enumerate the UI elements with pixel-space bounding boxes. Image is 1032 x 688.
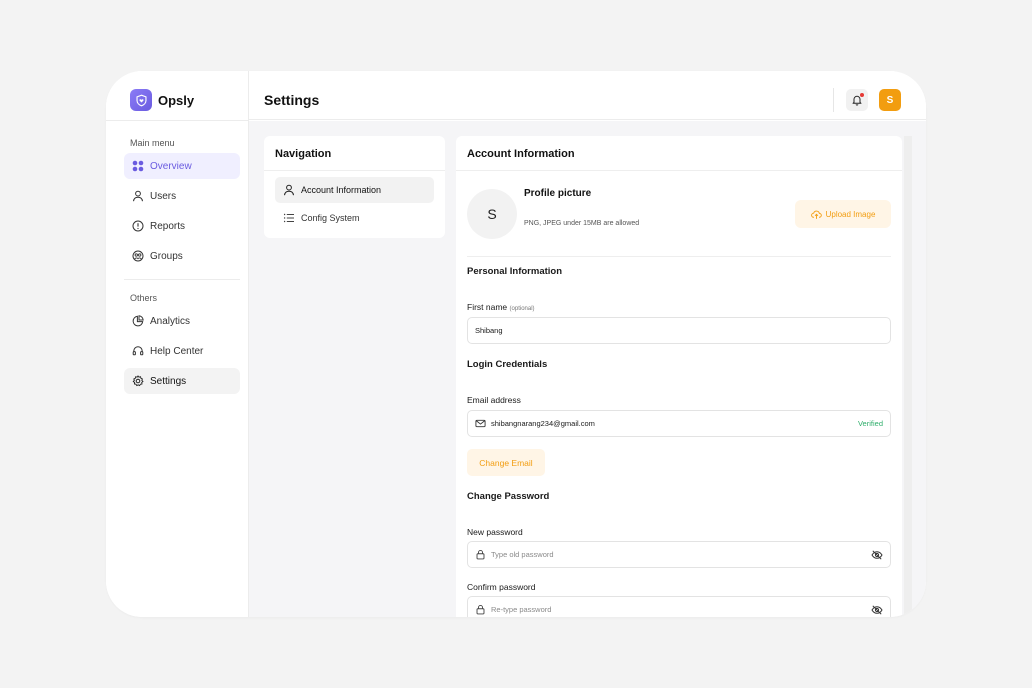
list-icon [282,212,295,225]
confirm-password-placeholder: Re-type password [491,605,552,614]
first-name-label-text: First name [467,302,508,312]
sidebar-item-label: Reports [150,220,186,232]
section-label-main: Main menu [130,138,175,148]
email-label: Email address [467,395,521,405]
sidebar-item-users[interactable]: Users [124,183,240,209]
sidebar-item-label: Overview [150,160,192,172]
verified-badge: Verified [857,419,883,428]
account-information-card: Account Information S Profile picture PN… [456,136,902,617]
personal-information-title: Personal Information [467,266,563,277]
login-credentials-title: Login Credentials [467,359,548,370]
new-password-field[interactable]: Type old password [467,541,891,568]
lock-icon [475,549,486,560]
sidebar-item-help-center[interactable]: Help Center [124,338,240,364]
gear-icon [131,375,144,388]
upload-cloud-icon [810,209,822,220]
content-area: Navigation Account Information Config Sy… [249,121,926,617]
brand[interactable]: Opsly [130,89,194,111]
eye-off-icon [871,549,883,561]
avatar[interactable]: S [879,89,901,111]
sidebar-item-label: Analytics [150,315,191,327]
change-email-button[interactable]: Change Email [467,449,545,476]
eye-off-icon [871,604,883,616]
sidebar-item-settings[interactable]: Settings [124,368,240,394]
sidebar-item-overview[interactable]: Overview [124,153,240,179]
new-password-placeholder: Type old password [491,550,554,559]
sidebar-item-label: Users [150,190,177,202]
sidebar-item-label: Groups [150,250,183,262]
optional-hint: (optional) [509,306,535,312]
upload-image-label: Upload Image [825,209,876,219]
notification-dot [860,93,864,97]
divider [124,279,240,280]
email-value: shibangnarang234@gmail.com [491,419,595,428]
profile-picture-note: PNG, JPEG under 15MB are allowed [524,220,640,227]
confirm-password-field[interactable]: Re-type password [467,596,891,617]
shield-heart-icon [130,89,152,111]
pie-chart-icon [131,315,144,328]
new-password-label: New password [467,527,523,537]
toggle-visibility-button[interactable] [871,597,883,617]
divider [106,120,248,121]
subnav-label: Config System [301,213,360,223]
navigation-title: Navigation [275,148,332,160]
upload-image-button[interactable]: Upload Image [795,200,891,228]
subnav-account-information[interactable]: Account Information [275,177,434,203]
sidebar-item-reports[interactable]: Reports [124,213,240,239]
brand-name: Opsly [158,92,195,108]
alert-circle-icon [131,220,144,233]
first-name-label: First name (optional) [467,302,535,312]
grid-icon [131,160,144,173]
sidebar-item-groups[interactable]: Groups [124,243,240,269]
user-icon [131,190,144,203]
top-header: Settings S [249,71,926,120]
sidebar-item-analytics[interactable]: Analytics [124,308,240,334]
headset-icon [131,345,144,358]
subnav-label: Account Information [301,185,382,195]
change-password-title: Change Password [467,491,550,502]
sidebar-item-label: Settings [150,375,187,387]
mail-icon [475,418,486,429]
settings-navigation-card: Navigation Account Information Config Sy… [264,136,445,238]
account-title: Account Information [467,148,575,160]
divider [467,256,891,257]
notifications-button[interactable] [846,89,868,111]
first-name-value: Shibang [475,326,503,335]
toggle-visibility-button[interactable] [871,542,883,567]
page-title: Settings [264,92,320,108]
user-icon [282,184,295,197]
sidebar-item-label: Help Center [150,345,204,357]
section-label-others: Others [130,293,158,303]
lock-icon [475,604,486,615]
divider [456,170,902,171]
confirm-password-label: Confirm password [467,582,536,592]
subnav-config-system[interactable]: Config System [275,205,434,231]
groups-icon [131,250,144,263]
sidebar: Opsly Main menu Overview Users Reports G… [106,71,249,617]
divider [833,88,834,112]
divider [264,170,445,171]
email-field[interactable]: shibangnarang234@gmail.com Verified [467,410,891,437]
profile-avatar[interactable]: S [467,189,517,239]
first-name-field[interactable]: Shibang [467,317,891,344]
profile-picture-title: Profile picture [524,188,592,199]
app-window: Opsly Main menu Overview Users Reports G… [106,71,926,617]
scrollbar[interactable] [904,136,912,617]
